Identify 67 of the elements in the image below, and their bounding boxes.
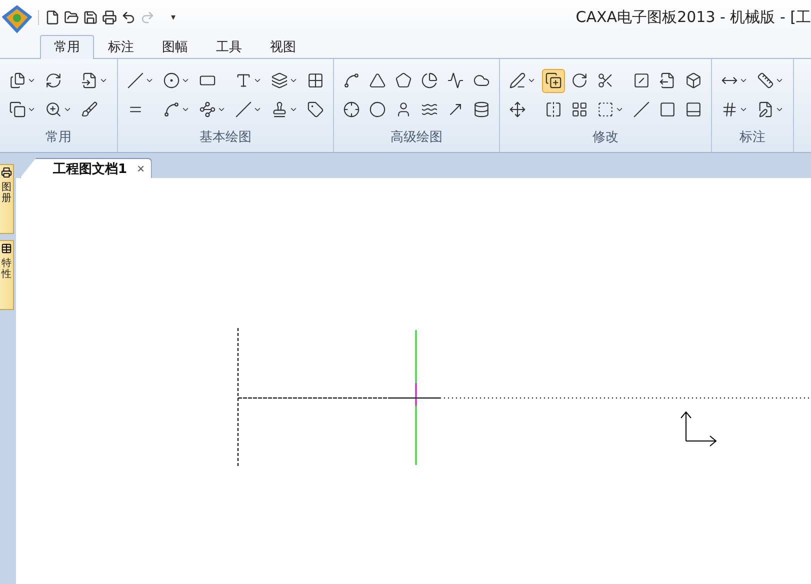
copy-icon [545, 72, 562, 90]
panel-icon [685, 101, 702, 118]
new-file-button[interactable] [45, 10, 60, 24]
line-icon [127, 72, 144, 90]
group-label: 常用 [44, 129, 72, 148]
save-button[interactable] [83, 10, 98, 24]
undo-button[interactable] [121, 10, 136, 24]
stamp-icon [271, 101, 288, 118]
file-export-icon [659, 72, 676, 90]
diagonal-line-icon [235, 101, 252, 118]
save-icon [83, 10, 98, 24]
group-label: 标注 [738, 129, 766, 148]
polygon-icon [395, 72, 412, 90]
scissors-icon [597, 72, 614, 90]
dashed-square-icon [597, 101, 614, 118]
print-button[interactable] [102, 10, 117, 24]
crosshair-icon [343, 101, 360, 118]
rotate-icon [571, 72, 588, 90]
ribbon-tab[interactable]: 标注 [94, 34, 148, 59]
ruler-icon [757, 72, 774, 90]
side-panel-tab[interactable]: 图册 [0, 164, 14, 234]
move-icon [509, 101, 526, 118]
pie-icon [421, 72, 438, 90]
person-icon [395, 101, 412, 118]
refresh-icon [45, 72, 62, 90]
group-label: 基本绘图 [198, 129, 252, 148]
arc-icon [163, 101, 180, 118]
file-import-icon [81, 72, 98, 90]
layers-icon [271, 72, 288, 90]
new-file-icon [45, 10, 60, 24]
spline-icon [343, 72, 360, 90]
cylinder-icon [473, 101, 490, 118]
text-icon [235, 72, 252, 90]
document-tab[interactable]: 工程图文档1 × [20, 158, 152, 178]
file-pen-icon [757, 101, 774, 118]
coordinate-axes-icon [680, 411, 717, 446]
pen-icon [509, 72, 526, 90]
circle-icon [163, 72, 180, 90]
close-button[interactable]: × [137, 161, 145, 176]
printer-icon [102, 10, 117, 24]
side-panel-tab[interactable]: 特性 [0, 240, 14, 310]
redo-icon [140, 10, 155, 24]
ribbon-tab[interactable]: 图幅 [148, 34, 202, 59]
files-icon [9, 72, 26, 90]
tool-button[interactable] [542, 68, 565, 93]
window-title: CAXA电子图板2013 - 机械版 - [工 [576, 8, 811, 26]
brush-icon [81, 101, 98, 118]
customize-toolbar-button[interactable]: ▾ [171, 12, 176, 22]
diagonal-line-icon [633, 101, 650, 118]
grid-icon [571, 101, 588, 118]
hash-icon [721, 101, 738, 118]
pulse-line-icon [447, 72, 464, 90]
group-label: 高级绘图 [390, 129, 444, 148]
triangle-icon [369, 72, 386, 90]
copy-icon [9, 101, 26, 118]
ribbon-tab[interactable]: 视图 [256, 34, 310, 59]
ribbon-tab[interactable]: 工具 [202, 34, 256, 59]
ribbon-tab[interactable]: 常用 [40, 34, 94, 59]
undo-icon [121, 10, 136, 24]
open-folder-button[interactable] [64, 10, 79, 24]
table-icon [1, 243, 12, 254]
cube-icon [685, 72, 702, 90]
open-folder-icon [64, 10, 79, 24]
group-label: 修改 [592, 129, 620, 148]
printer-icon [1, 167, 12, 178]
zoom-icon [45, 101, 62, 118]
tag-icon [307, 101, 324, 118]
